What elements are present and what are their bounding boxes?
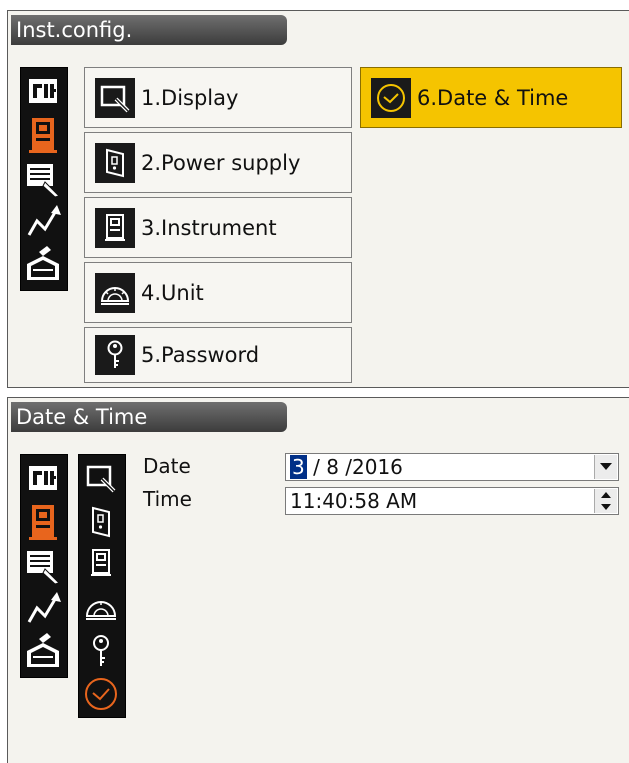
menu-date-time-button[interactable]: 6.Date & Time	[360, 67, 622, 128]
spin-down-icon[interactable]	[595, 501, 617, 513]
clock-icon	[371, 77, 411, 118]
menu-display-label: 1.Display	[141, 85, 239, 110]
unit-icon[interactable]	[79, 586, 123, 630]
date-value: / 8 /2016	[306, 455, 403, 479]
menu-date-time-label: 6.Date & Time	[417, 85, 569, 110]
category-sidebar	[20, 454, 68, 678]
date-label: Date	[143, 454, 191, 478]
date-time-panel: Date & Time Date Time 3 / 8 /2016 11:40:…	[7, 397, 629, 763]
date-month-selected[interactable]: 3	[290, 455, 307, 479]
time-value: 11:40:58 AM	[290, 489, 418, 513]
menu-password-label: 5.Password	[141, 343, 260, 367]
page-title: Inst.config.	[11, 15, 287, 45]
display-icon	[95, 77, 135, 118]
toolbox-icon[interactable]	[21, 629, 65, 673]
inst-config-panel: Inst.config. 1.Display 2.Power supply 3.…	[7, 10, 629, 388]
submenu-sidebar	[78, 454, 126, 718]
instrument-icon[interactable]	[79, 543, 123, 587]
power-supply-icon	[95, 142, 135, 183]
graph-icon[interactable]	[21, 586, 65, 630]
menu-instrument-label: 3.Instrument	[141, 215, 277, 240]
power-supply-icon[interactable]	[79, 500, 123, 544]
display-icon[interactable]	[79, 457, 123, 501]
tilt-icon[interactable]	[21, 70, 65, 114]
keyboard-icon[interactable]	[21, 543, 65, 587]
category-sidebar	[20, 67, 68, 291]
clock-icon[interactable]	[79, 672, 123, 716]
instrument-icon[interactable]	[21, 113, 65, 157]
page-title: Date & Time	[11, 402, 287, 432]
keyboard-icon[interactable]	[21, 156, 65, 200]
chevron-down-icon[interactable]	[594, 455, 617, 479]
time-spinner[interactable]: 11:40:58 AM	[285, 487, 619, 515]
instrument-icon	[95, 207, 135, 248]
time-label: Time	[143, 487, 192, 511]
menu-unit-label: 4.Unit	[141, 280, 204, 305]
spin-up-icon[interactable]	[595, 489, 617, 501]
menu-password-button[interactable]: 5.Password	[84, 327, 352, 383]
password-key-icon[interactable]	[79, 629, 123, 673]
menu-display-button[interactable]: 1.Display	[84, 67, 352, 128]
tilt-icon[interactable]	[21, 457, 65, 501]
menu-unit-button[interactable]: 4.Unit	[84, 262, 352, 323]
toolbox-icon[interactable]	[21, 242, 65, 286]
graph-icon[interactable]	[21, 199, 65, 243]
menu-power-supply-button[interactable]: 2.Power supply	[84, 132, 352, 193]
time-spin-buttons	[594, 489, 617, 513]
instrument-icon[interactable]	[21, 500, 65, 544]
unit-icon	[95, 272, 135, 313]
date-dropdown[interactable]: 3 / 8 /2016	[285, 453, 619, 481]
menu-instrument-button[interactable]: 3.Instrument	[84, 197, 352, 258]
password-key-icon	[95, 335, 135, 375]
menu-power-supply-label: 2.Power supply	[141, 150, 301, 175]
